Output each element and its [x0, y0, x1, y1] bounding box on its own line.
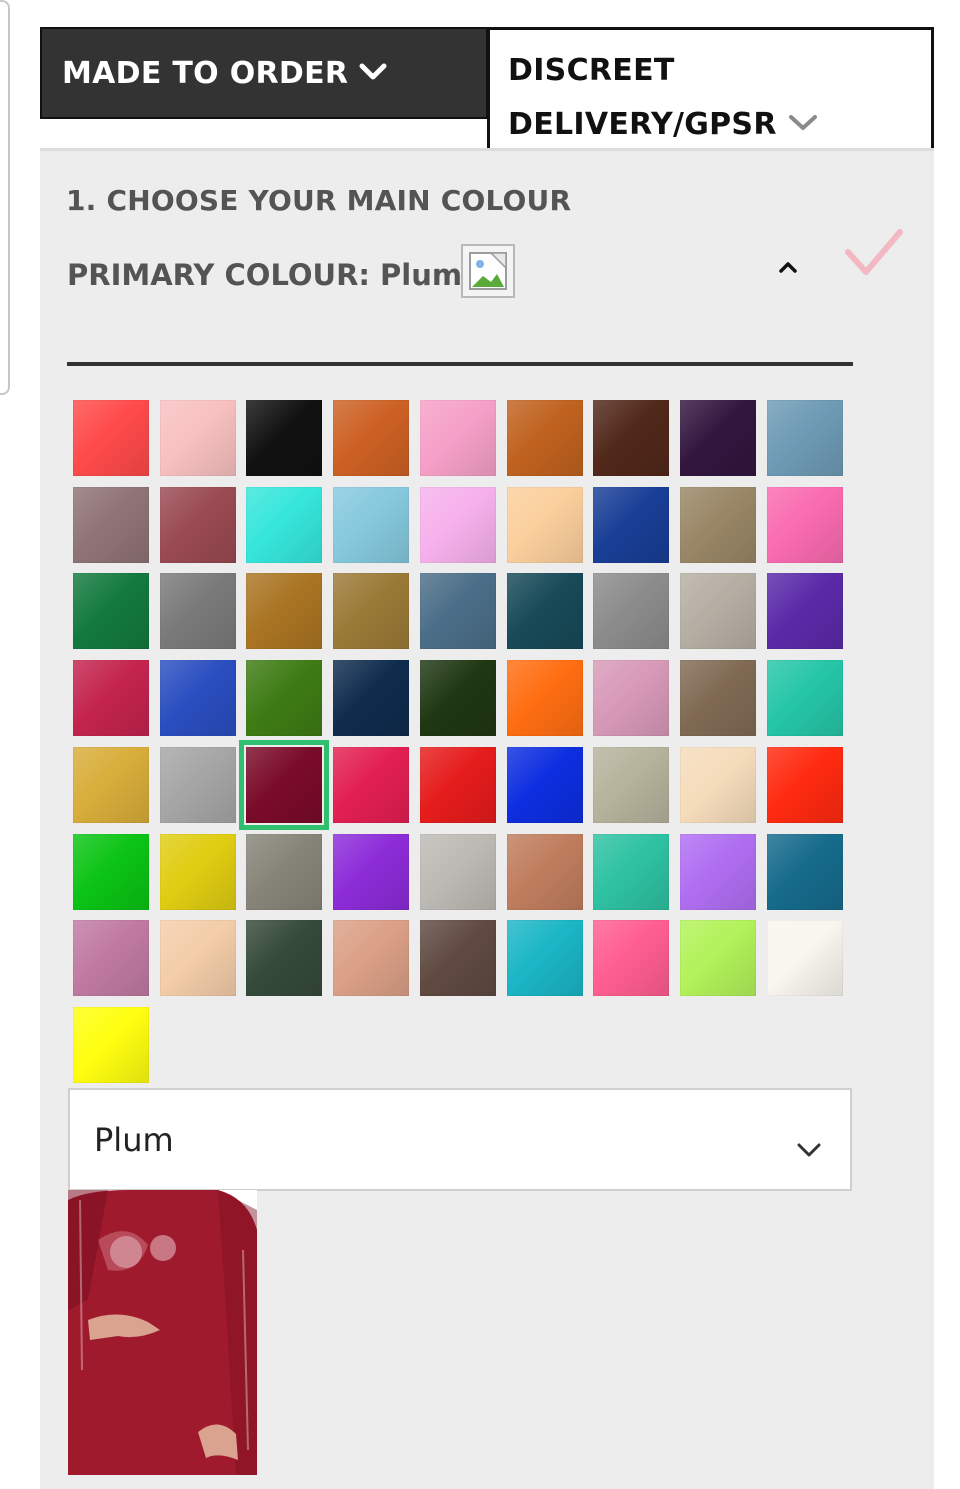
primary-colour-row: PRIMARY COLOUR: Plum	[67, 258, 462, 292]
check-icon	[842, 228, 904, 280]
colour-swatch[interactable]	[73, 486, 149, 563]
colour-swatch[interactable]	[419, 746, 496, 823]
divider	[67, 362, 853, 366]
colour-swatch[interactable]	[679, 920, 756, 997]
image-icon	[461, 244, 515, 298]
colour-swatch[interactable]	[73, 573, 149, 650]
colour-swatch[interactable]	[159, 486, 236, 563]
colour-swatch[interactable]	[333, 920, 410, 997]
colour-swatch[interactable]	[159, 573, 236, 650]
colour-swatch[interactable]	[679, 573, 756, 650]
colour-swatch[interactable]	[73, 660, 149, 737]
colour-swatch[interactable]	[246, 573, 323, 650]
colour-swatch[interactable]	[766, 833, 843, 910]
colour-swatch[interactable]	[766, 573, 843, 650]
colour-select-value: Plum	[94, 1120, 174, 1159]
tab-discreet-line2: DELIVERY/GPSR	[508, 106, 777, 142]
colour-swatch[interactable]	[766, 660, 843, 737]
colour-swatch[interactable]	[419, 660, 496, 737]
colour-swatch[interactable]	[246, 660, 323, 737]
chevron-down-icon	[796, 1130, 822, 1157]
colour-swatch[interactable]	[419, 573, 496, 650]
colour-swatch[interactable]	[333, 573, 410, 650]
colour-swatch[interactable]	[333, 660, 410, 737]
chevron-down-icon	[787, 98, 819, 152]
colour-swatch[interactable]	[679, 833, 756, 910]
colour-swatch[interactable]	[73, 1006, 149, 1083]
colour-swatch[interactable]	[766, 920, 843, 997]
colour-swatch[interactable]	[593, 486, 670, 563]
colour-swatch[interactable]	[159, 660, 236, 737]
primary-colour-label: PRIMARY COLOUR:	[67, 258, 371, 292]
colour-swatch[interactable]	[506, 833, 583, 910]
colour-swatch[interactable]	[506, 573, 583, 650]
colour-swatch[interactable]	[593, 746, 670, 823]
colour-swatch[interactable]	[766, 746, 843, 823]
colour-swatch[interactable]	[419, 833, 496, 910]
colour-swatch[interactable]	[73, 920, 149, 997]
colour-swatch[interactable]	[506, 400, 583, 476]
colour-swatch[interactable]	[679, 660, 756, 737]
colour-swatch[interactable]	[766, 486, 843, 563]
colour-swatch[interactable]	[593, 833, 670, 910]
colour-swatch[interactable]	[679, 400, 756, 476]
tab-made-to-order-label: MADE TO ORDER	[62, 55, 349, 91]
colour-swatch[interactable]	[419, 486, 496, 563]
tab-discreet-delivery[interactable]: DISCREET DELIVERY/GPSR	[487, 27, 934, 168]
colour-swatch[interactable]	[73, 746, 149, 823]
tab-made-to-order[interactable]: MADE TO ORDER	[40, 27, 488, 119]
colour-swatch[interactable]	[239, 739, 330, 830]
colour-swatch[interactable]	[333, 486, 410, 563]
colour-swatch[interactable]	[246, 486, 323, 563]
product-preview-image	[68, 1190, 257, 1475]
step-title: 1. CHOOSE YOUR MAIN COLOUR	[66, 184, 572, 217]
colour-swatch[interactable]	[506, 746, 583, 823]
colour-swatch[interactable]	[159, 833, 236, 910]
chevron-up-icon[interactable]	[776, 255, 800, 279]
colour-swatch[interactable]	[679, 486, 756, 563]
colour-swatch[interactable]	[246, 833, 323, 910]
colour-swatch[interactable]	[506, 486, 583, 563]
chevron-down-icon	[358, 56, 388, 91]
colour-swatch[interactable]	[246, 920, 323, 997]
colour-swatch[interactable]	[73, 833, 149, 910]
tab-discreet-line1: DISCREET	[508, 52, 675, 88]
colour-swatch[interactable]	[593, 573, 670, 650]
colour-swatch[interactable]	[159, 746, 236, 823]
colour-swatch[interactable]	[593, 400, 670, 476]
colour-swatch[interactable]	[73, 400, 149, 476]
colour-swatch[interactable]	[246, 400, 323, 476]
colour-swatch[interactable]	[506, 920, 583, 997]
colour-swatch[interactable]	[679, 746, 756, 823]
colour-swatch[interactable]	[419, 400, 496, 476]
colour-swatch[interactable]	[159, 920, 236, 997]
colour-swatch[interactable]	[593, 660, 670, 737]
side-panel-edge	[0, 0, 10, 395]
colour-swatch[interactable]	[593, 920, 670, 997]
colour-swatch[interactable]	[766, 400, 843, 476]
colour-swatch[interactable]	[333, 746, 410, 823]
colour-swatch[interactable]	[333, 400, 410, 476]
colour-swatch[interactable]	[506, 660, 583, 737]
colour-select[interactable]: Plum	[68, 1088, 852, 1191]
colour-swatch[interactable]	[159, 400, 236, 476]
colour-swatch[interactable]	[419, 920, 496, 997]
primary-colour-value: Plum	[380, 258, 463, 292]
colour-swatch[interactable]	[333, 833, 410, 910]
